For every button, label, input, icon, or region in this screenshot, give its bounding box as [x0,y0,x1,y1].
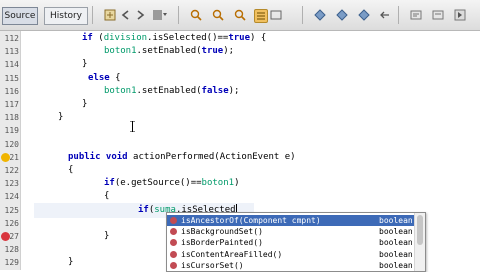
code-token: ); [223,46,235,57]
code-token: public void [68,151,134,162]
forward-icon[interactable] [134,9,146,21]
toolbar-separator [302,6,303,24]
find-selection-icon[interactable] [190,9,202,21]
completion-method-name: isBackgroundSet() [181,227,263,237]
completion-item[interactable]: isBorderPainted() boolean [167,237,425,248]
code-token: actionPerformed(ActionEvent e) [133,151,296,162]
completion-return-type: boolean [379,216,413,225]
back-icon[interactable] [120,9,132,21]
method-icon [170,261,177,269]
last-edit-icon[interactable] [104,9,116,21]
toggle-highlight-icon[interactable] [254,9,268,23]
completion-scrollbar[interactable] [414,213,425,271]
method-icon [170,228,177,236]
code-token: { [104,191,110,202]
find-previous-icon[interactable] [212,9,224,21]
text-cursor-icon [130,121,135,132]
completion-return-type: boolean [379,227,413,237]
error-marker-icon[interactable] [1,232,10,241]
find-next-icon[interactable] [234,9,246,21]
code-token: if [104,178,115,189]
code-token: true [228,33,251,43]
code-token: ( [92,33,104,43]
code-token: division [103,33,148,43]
code-completion-popup[interactable]: isAncestorOf(Component cmpnt) boolean isBa… [166,212,426,272]
toolbar-separator [92,6,93,24]
next-bookmark-icon[interactable] [336,9,348,21]
completion-item[interactable]: isCursorSet() boolean [167,260,425,271]
code-token: boton1 [201,178,235,189]
code-text: } [68,255,73,270]
completion-item[interactable]: isAncestorOf(Component cmpnt) boolean [167,215,425,226]
scroll-thumb[interactable] [417,215,423,245]
toggle-bookmark-icon[interactable] [358,9,370,21]
code-token: ) [234,178,240,189]
code-token: if [82,33,93,43]
tab-history[interactable]: History [44,7,88,25]
code-token: (e.getSource()== [114,178,202,189]
completion-return-type: boolean [379,249,413,259]
method-icon [170,239,177,247]
code-token: boton1 [104,46,137,57]
completion-item[interactable]: isContentAreaFilled() boolean [167,249,425,260]
tab-source[interactable]: Source [2,7,38,25]
code-token: } [82,99,88,109]
code-token: } [104,231,110,241]
code-token: else [88,72,110,83]
code-token: ); [228,85,240,96]
line-number: 129 [4,258,19,268]
toolbar-separator [398,6,399,24]
code-token: { [68,165,74,175]
code-token: if [138,204,149,215]
shift-left-icon[interactable] [378,9,390,21]
code-token: true [201,46,224,57]
code-token: ) { [250,33,267,43]
completion-return-type: boolean [379,260,413,270]
completion-return-type: boolean [379,238,413,248]
completion-method-name: isCursorSet() [181,260,244,270]
comment-icon[interactable] [410,9,422,21]
start-macro-icon[interactable] [454,9,466,21]
code-token: false [201,85,229,96]
code-token: { [109,72,121,83]
method-icon [170,217,177,224]
code-token: } [82,59,88,70]
uncomment-icon[interactable] [432,9,444,21]
toolbar-separator [178,6,179,24]
completion-method-name: isBorderPainted() [181,238,263,248]
completion-method-name: isAncestorOf(Component cmpnt) [181,216,321,225]
toggle-rectangular-icon[interactable] [270,9,282,21]
override-marker-icon[interactable] [1,152,10,162]
code-token: boton1 [104,85,137,96]
method-icon [170,250,177,258]
code-token: } [68,257,74,268]
editor-toolbar: Source History [0,0,480,31]
completion-method-name: isContentAreaFilled() [181,249,283,259]
navigate-dropdown-icon[interactable] [152,9,167,21]
code-token: .isSelected()== [147,33,229,43]
completion-item[interactable]: isBackgroundSet() boolean [167,226,425,237]
prev-bookmark-icon[interactable] [314,9,326,21]
code-token: .setEnabled( [136,85,202,96]
code-token: .setEnabled( [136,46,202,57]
code-token: } [58,112,64,123]
